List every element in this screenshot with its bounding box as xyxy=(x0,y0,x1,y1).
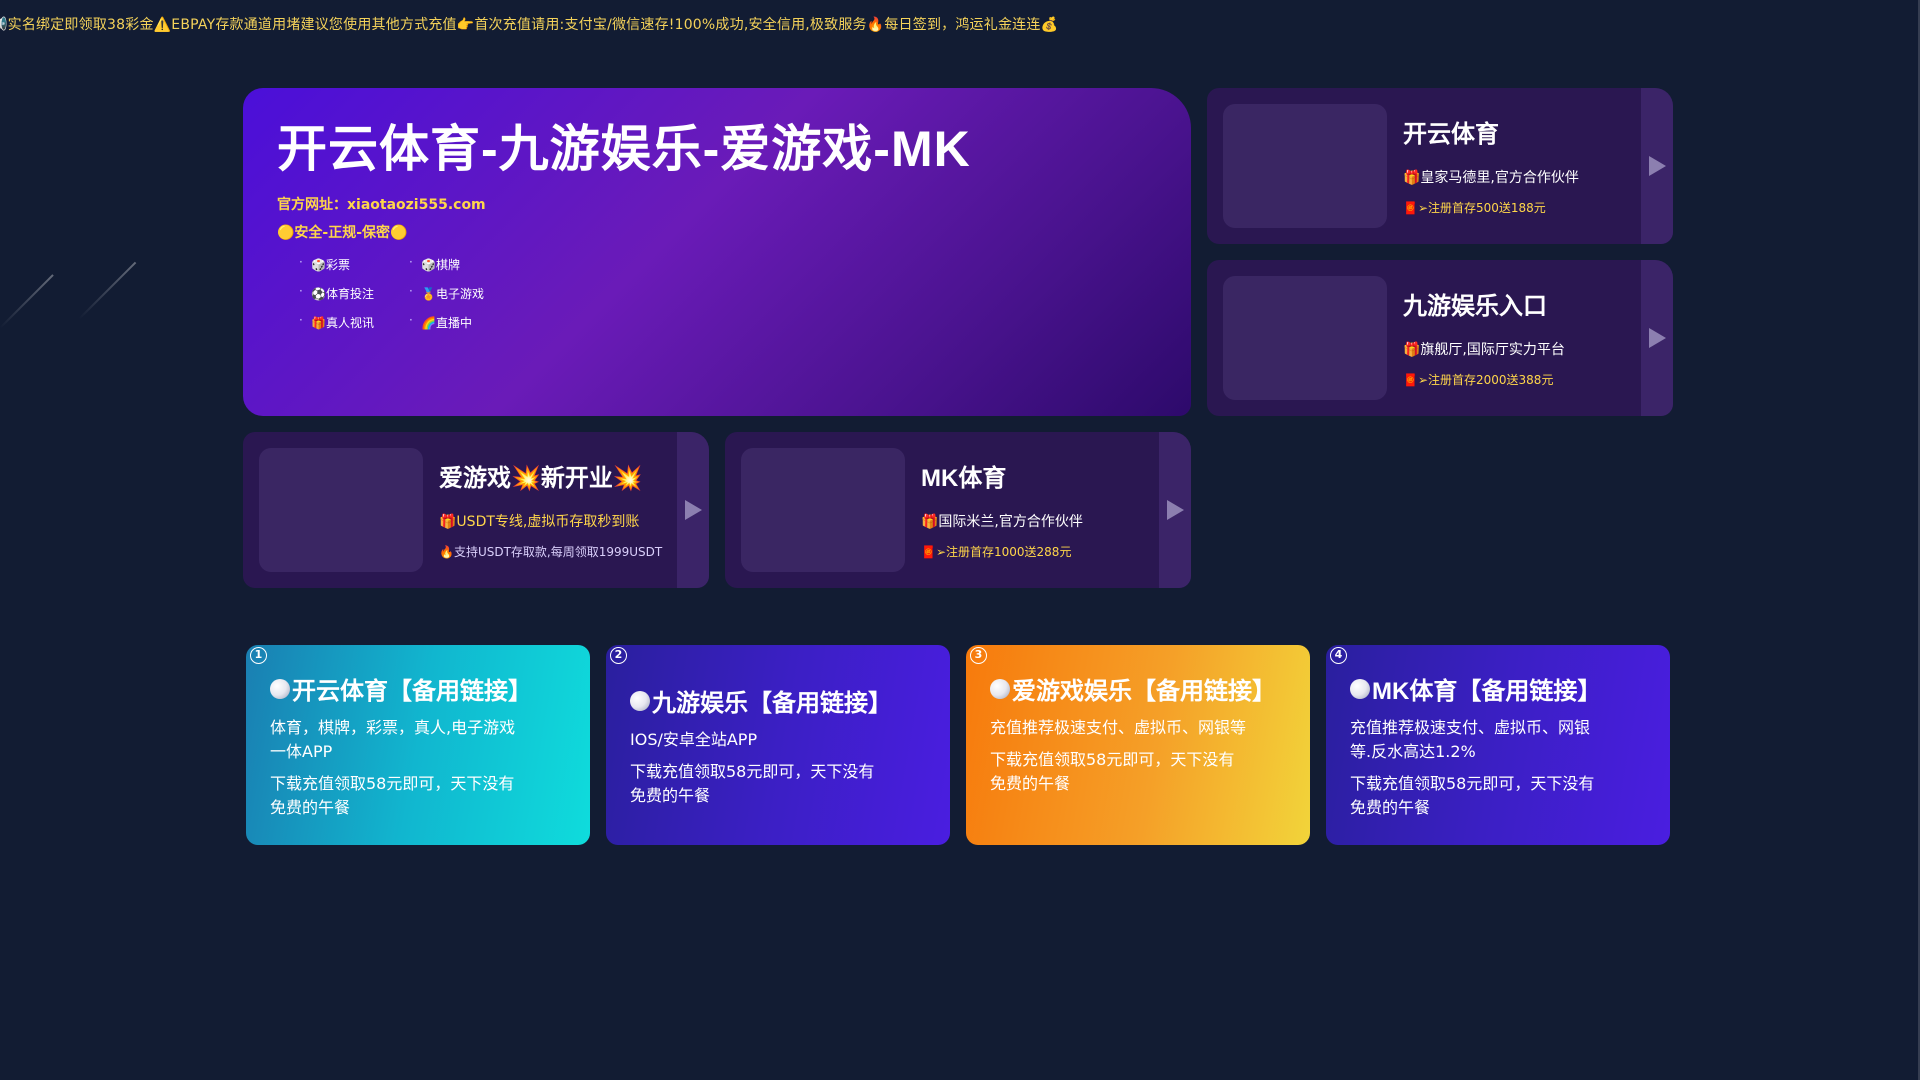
category-live-casino[interactable]: 🎁真人视讯 xyxy=(299,313,409,331)
card-enter-button[interactable] xyxy=(1641,260,1673,416)
play-arrow-icon xyxy=(684,500,702,520)
category-sports-betting[interactable]: ⚽体育投注 xyxy=(299,284,409,302)
card-title: 爱游戏💥新开业💥 xyxy=(439,465,643,492)
card-description: 🎁皇家马德里,官方合作伙伴 xyxy=(1403,170,1579,186)
backup-subtitle: IOS/安卓全站APP xyxy=(630,730,758,749)
official-site-url[interactable]: xiaotaozi555.com xyxy=(347,197,486,213)
backup-link-aiyouxi[interactable]: 3 爱游戏娱乐【备用链接】 充值推荐极速支付、虚拟币、网银等 下载充值领取58元… xyxy=(966,645,1310,845)
backup-title: 九游娱乐【备用链接】 xyxy=(652,690,892,717)
backup-subtitle: 体育，棋牌，彩票，真人,电子游戏一体APP xyxy=(270,718,516,761)
card-title: MK体育 xyxy=(921,465,1007,492)
decorative-streak xyxy=(78,261,137,320)
card-aiyouxi[interactable]: 爱游戏💥新开业💥 🎁USDT专线,虚拟币存取秒到账 🔥支持USDT存取款,每周领… xyxy=(243,432,709,588)
card-mk[interactable]: MK体育 🎁国际米兰,官方合作伙伴 🧧➢注册首存1000送288元 xyxy=(725,432,1191,588)
card-enter-button[interactable] xyxy=(1641,88,1673,244)
backup-title: MK体育【备用链接】 xyxy=(1372,678,1602,705)
backup-offer: 下载充值领取58元即可，天下没有免费的午餐 xyxy=(1350,774,1595,817)
card-description: 🎁国际米兰,官方合作伙伴 xyxy=(921,514,1083,530)
number-badge: 1 xyxy=(250,647,267,664)
card-promo: 🔥支持USDT存取款,每周领取1999USDT xyxy=(439,545,663,559)
hero-banner[interactable]: 开云体育-九游娱乐-爱游戏-MK 官方网址：xiaotaozi555.com 🟡… xyxy=(243,88,1191,416)
card-title: 开云体育 xyxy=(1403,121,1499,148)
backup-title: 开云体育【备用链接】 xyxy=(292,678,532,705)
announcement-marquee: 📢实名绑定即领取38彩金⚠️EBPAY存款通道用堵建议您使用其他方式充值👉首次充… xyxy=(0,14,1100,36)
card-promo: 🧧➢注册首存2000送388元 xyxy=(1403,373,1554,387)
card-thumbnail xyxy=(1223,276,1387,400)
backup-offer: 下载充值领取58元即可，天下没有免费的午餐 xyxy=(990,750,1235,793)
card-thumbnail xyxy=(259,448,423,572)
hero-title: 开云体育-九游娱乐-爱游戏-MK xyxy=(277,121,971,177)
card-description: 🎁USDT专线,虚拟币存取秒到账 xyxy=(439,514,640,530)
play-arrow-icon xyxy=(1648,328,1666,348)
backup-subtitle: 充值推荐极速支付、虚拟币、网银等.反水高达1.2% xyxy=(1350,718,1591,761)
category-electronic-games[interactable]: 🏅电子游戏 xyxy=(409,284,519,302)
card-thumbnail xyxy=(741,448,905,572)
backup-offer: 下载充值领取58元即可，天下没有免费的午餐 xyxy=(270,774,515,817)
card-promo: 🧧➢注册首存500送188元 xyxy=(1403,201,1546,215)
ball-icon xyxy=(630,690,650,711)
number-badge: 4 xyxy=(1330,647,1347,664)
card-title: 九游娱乐入口 xyxy=(1403,293,1547,320)
card-promo: 🧧➢注册首存1000送288元 xyxy=(921,545,1072,559)
ball-icon xyxy=(1350,678,1370,699)
backup-link-kaiyun[interactable]: 1 开云体育【备用链接】 体育，棋牌，彩票，真人,电子游戏一体APP 下载充值领… xyxy=(246,645,590,845)
decorative-streak xyxy=(0,274,54,329)
card-jiuyou[interactable]: 九游娱乐入口 🎁旗舰厅,国际厅实力平台 🧧➢注册首存2000送388元 xyxy=(1207,260,1673,416)
official-site-label: 官方网址： xyxy=(277,197,347,213)
category-live-stream[interactable]: 🌈直播中 xyxy=(409,313,519,331)
backup-offer: 下载充值领取58元即可，天下没有免费的午餐 xyxy=(630,762,875,805)
play-arrow-icon xyxy=(1648,156,1666,176)
marquee-text: 📢实名绑定即领取38彩金⚠️EBPAY存款通道用堵建议您使用其他方式充值👉首次充… xyxy=(0,17,1059,33)
category-chess-cards[interactable]: 🎲棋牌 xyxy=(409,255,519,273)
category-lottery[interactable]: 🎲彩票 xyxy=(299,255,409,273)
number-badge: 3 xyxy=(970,647,987,664)
backup-title: 爱游戏娱乐【备用链接】 xyxy=(1012,678,1276,705)
card-description: 🎁旗舰厅,国际厅实力平台 xyxy=(1403,342,1565,358)
ball-icon xyxy=(270,678,290,699)
play-arrow-icon xyxy=(1166,500,1184,520)
ball-icon xyxy=(990,678,1010,699)
category-list: 🎲彩票 🎲棋牌 ⚽体育投注 🏅电子游戏 🎁真人视讯 🌈直播中 xyxy=(299,255,1157,331)
backup-link-jiuyou[interactable]: 2 九游娱乐【备用链接】 IOS/安卓全站APP 下载充值领取58元即可，天下没… xyxy=(606,645,950,845)
number-badge: 2 xyxy=(610,647,627,664)
backup-subtitle: 充值推荐极速支付、虚拟币、网银等 xyxy=(990,718,1247,737)
backup-link-mk[interactable]: 4 MK体育【备用链接】 充值推荐极速支付、虚拟币、网银等.反水高达1.2% 下… xyxy=(1326,645,1670,845)
card-kaiyun[interactable]: 开云体育 🎁皇家马德里,官方合作伙伴 🧧➢注册首存500送188元 xyxy=(1207,88,1673,244)
card-enter-button[interactable] xyxy=(1159,432,1191,588)
hero-tagline: 🟡安全-正规-保密🟡 xyxy=(277,225,408,241)
official-site[interactable]: 官方网址：xiaotaozi555.com xyxy=(277,194,1157,214)
card-thumbnail xyxy=(1223,104,1387,228)
card-enter-button[interactable] xyxy=(677,432,709,588)
